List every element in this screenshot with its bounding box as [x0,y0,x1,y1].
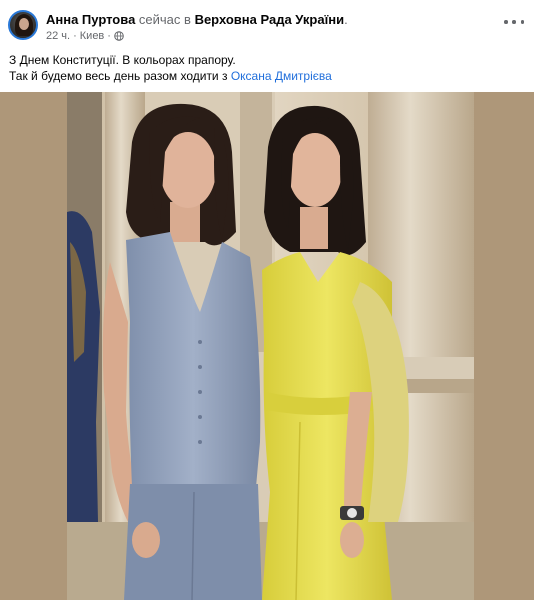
globe-icon[interactable] [114,31,124,41]
post-caption: З Днем Конституції. В кольорах прапору. … [9,52,332,84]
post-location: Киев [80,30,105,42]
checkin-suffix: . [344,12,348,27]
tagged-person-link[interactable]: Оксана Дмитрієва [231,69,332,83]
dot [512,20,516,24]
meta-separator-2: · [107,30,111,42]
dot [504,20,508,24]
author-action: сейчас в [139,12,191,27]
facebook-post: Анна Пуртова сейчас в Верховна Рада Укра… [0,0,534,600]
caption-line-2-text: Так й будемо весь день разом ходити з [9,69,227,83]
post-timestamp[interactable]: 22 ч. [46,30,70,42]
post-header: Анна Пуртова сейчас в Верховна Рада Укра… [0,0,534,44]
post-title-line: Анна Пуртова сейчас в Верховна Рада Укра… [46,12,348,27]
avatar-face [19,18,29,30]
author-avatar[interactable] [8,10,38,40]
caption-line-1: З Днем Конституції. В кольорах прапору. [9,52,332,68]
caption-line-2: Так й будемо весь день разом ходити з Ок… [9,68,332,84]
checkin-place[interactable]: Верховна Рада України [195,12,345,27]
post-photo[interactable] [0,92,534,600]
post-meta: 22 ч. · Киев · [46,30,124,42]
photo-illustration [0,92,534,600]
dot [521,20,525,24]
more-options-icon[interactable] [504,16,524,28]
author-name[interactable]: Анна Пуртова [46,12,135,27]
meta-separator: · [73,30,77,42]
